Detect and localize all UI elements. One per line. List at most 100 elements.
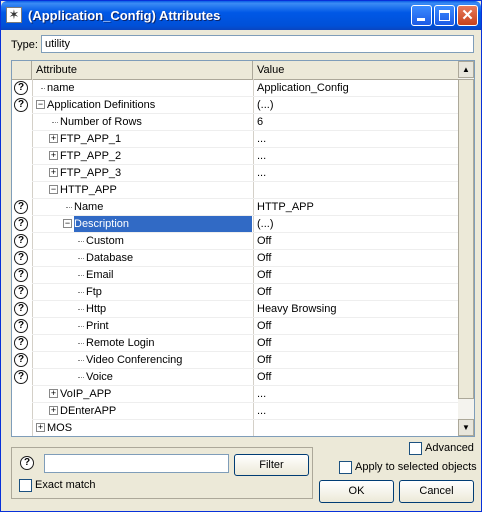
table-row[interactable]: + FTP_APP_1... xyxy=(12,131,458,148)
expand-icon[interactable]: + xyxy=(49,168,58,177)
table-row[interactable]: ? Voice Off xyxy=(12,369,458,386)
attribute-value[interactable]: ... xyxy=(257,148,266,165)
table-row[interactable]: ? − Description (...) xyxy=(12,216,458,233)
filter-button[interactable]: Filter xyxy=(234,454,309,476)
attribute-value[interactable]: Heavy Browsing xyxy=(257,301,336,318)
attribute-value[interactable]: Off xyxy=(257,267,271,284)
help-icon[interactable]: ? xyxy=(14,268,28,282)
table-row[interactable]: + MOS xyxy=(12,420,458,436)
attribute-value[interactable]: Off xyxy=(257,335,271,352)
help-icon[interactable]: ? xyxy=(14,302,28,316)
apply-selected-checkbox[interactable] xyxy=(339,461,352,474)
attribute-value[interactable]: Off xyxy=(257,318,271,335)
help-icon[interactable]: ? xyxy=(14,81,28,95)
attribute-value[interactable]: ... xyxy=(257,403,266,420)
collapse-icon[interactable]: − xyxy=(63,219,72,228)
help-icon[interactable]: ? xyxy=(14,319,28,333)
exact-match-checkbox[interactable] xyxy=(19,479,32,492)
vertical-scrollbar[interactable]: ▲ ▼ xyxy=(458,61,474,436)
table-row[interactable]: + FTP_APP_2... xyxy=(12,148,458,165)
table-row[interactable]: ? Http Heavy Browsing xyxy=(12,301,458,318)
collapse-icon[interactable]: − xyxy=(49,185,58,194)
help-icon[interactable]: ? xyxy=(14,336,28,350)
attribute-label[interactable]: VoIP_APP xyxy=(60,386,111,403)
attribute-value[interactable]: 6 xyxy=(257,114,263,131)
filter-input[interactable] xyxy=(44,454,229,473)
table-row[interactable]: Number of Rows 6 xyxy=(12,114,458,131)
attribute-label[interactable]: DEnterAPP xyxy=(60,403,116,420)
expand-icon[interactable]: + xyxy=(49,389,58,398)
attribute-column-header[interactable]: Attribute xyxy=(32,61,253,79)
table-row[interactable]: ? Print Off xyxy=(12,318,458,335)
attribute-value[interactable]: Application_Config xyxy=(257,80,349,97)
ok-button[interactable]: OK xyxy=(319,480,394,503)
type-field[interactable] xyxy=(41,35,474,53)
cancel-button[interactable]: Cancel xyxy=(399,480,474,503)
attribute-label[interactable]: Email xyxy=(86,267,114,284)
help-icon[interactable]: ? xyxy=(20,456,34,470)
table-row[interactable]: + DEnterAPP... xyxy=(12,403,458,420)
value-column-header[interactable]: Value xyxy=(253,61,458,79)
attribute-value[interactable]: Off xyxy=(257,369,271,386)
table-row[interactable]: ? Video Conferencing Off xyxy=(12,352,458,369)
collapse-icon[interactable]: − xyxy=(36,100,45,109)
table-row[interactable]: ? Remote Login Off xyxy=(12,335,458,352)
attribute-label[interactable]: FTP_APP_1 xyxy=(60,131,121,148)
table-row[interactable]: ? Database Off xyxy=(12,250,458,267)
table-row[interactable]: ? Ftp Off xyxy=(12,284,458,301)
scroll-down-button[interactable]: ▼ xyxy=(458,419,474,436)
maximize-button[interactable] xyxy=(434,5,455,26)
help-icon[interactable]: ? xyxy=(14,234,28,248)
attribute-label[interactable]: Custom xyxy=(86,233,124,250)
table-row[interactable]: ? name Application_Config xyxy=(12,80,458,97)
help-icon[interactable]: ? xyxy=(14,285,28,299)
attribute-value[interactable]: (...) xyxy=(257,97,274,114)
table-row[interactable]: − HTTP_APP xyxy=(12,182,458,199)
help-icon[interactable]: ? xyxy=(14,370,28,384)
attribute-label[interactable]: Number of Rows xyxy=(60,114,142,131)
table-row[interactable]: ? Name HTTP_APP xyxy=(12,199,458,216)
attribute-label[interactable]: Ftp xyxy=(86,284,102,301)
advanced-checkbox[interactable] xyxy=(409,442,422,455)
attribute-label[interactable]: Remote Login xyxy=(86,335,155,352)
attribute-label[interactable]: HTTP_APP xyxy=(60,182,117,199)
table-row[interactable]: ? Custom Off xyxy=(12,233,458,250)
help-icon[interactable]: ? xyxy=(14,353,28,367)
attribute-value[interactable]: Off xyxy=(257,250,271,267)
attribute-value[interactable]: Off xyxy=(257,352,271,369)
table-row[interactable]: + FTP_APP_3... xyxy=(12,165,458,182)
attribute-value[interactable]: ... xyxy=(257,386,266,403)
help-icon[interactable]: ? xyxy=(14,200,28,214)
attribute-value[interactable]: ... xyxy=(257,131,266,148)
attribute-grid[interactable]: Attribute Value ? name Application_Config?… xyxy=(11,60,475,437)
attribute-label[interactable]: Http xyxy=(86,301,106,318)
expand-icon[interactable]: + xyxy=(36,423,45,432)
scroll-up-button[interactable]: ▲ xyxy=(458,61,474,78)
attribute-label[interactable]: Name xyxy=(74,199,103,216)
attribute-value[interactable]: (...) xyxy=(257,216,274,233)
table-row[interactable]: ? Email Off xyxy=(12,267,458,284)
attribute-value[interactable]: ... xyxy=(257,165,266,182)
help-icon[interactable]: ? xyxy=(14,251,28,265)
expand-icon[interactable]: + xyxy=(49,406,58,415)
attribute-label[interactable]: Print xyxy=(86,318,109,335)
expand-icon[interactable]: + xyxy=(49,134,58,143)
help-icon[interactable]: ? xyxy=(14,98,28,112)
attribute-label[interactable]: Description xyxy=(74,216,252,233)
close-button[interactable]: ✕ xyxy=(457,5,478,26)
attribute-label[interactable]: FTP_APP_2 xyxy=(60,148,121,165)
title-bar[interactable]: ✶ (Application_Config) Attributes ✕ xyxy=(1,1,481,30)
table-row[interactable]: + VoIP_APP... xyxy=(12,386,458,403)
minimize-button[interactable] xyxy=(411,5,432,26)
attribute-label[interactable]: FTP_APP_3 xyxy=(60,165,121,182)
attribute-value[interactable]: Off xyxy=(257,284,271,301)
attribute-label[interactable]: Database xyxy=(86,250,133,267)
expand-icon[interactable]: + xyxy=(49,151,58,160)
scroll-thumb[interactable] xyxy=(458,79,474,399)
attribute-value[interactable]: HTTP_APP xyxy=(257,199,314,216)
table-row[interactable]: ? − Application Definitions (...) xyxy=(12,97,458,114)
attribute-label[interactable]: Application Definitions xyxy=(47,97,155,114)
attribute-label[interactable]: MOS xyxy=(47,420,72,436)
attribute-label[interactable]: Video Conferencing xyxy=(86,352,182,369)
attribute-value[interactable]: Off xyxy=(257,233,271,250)
